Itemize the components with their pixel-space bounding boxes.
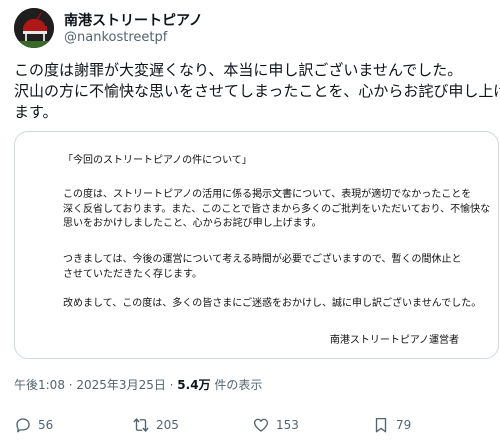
document-line: 深く反省しております。また、このことで皆さまから多くのご批判をいただいており、不… <box>63 203 491 215</box>
apology-document: 「今回のストリートピアノの件について」 この度は、ストリートピアノの活用に係る掲… <box>37 146 490 348</box>
tweet-text-line: 沢山の方に不愉快な思いをさせてしまったことを、心からお詫び申し上げ <box>14 82 500 100</box>
tweet-metadata: 午後1:08 · 2025年3月25日 · 5.4万 件の表示 <box>14 376 262 393</box>
attached-image[interactable]: 「今回のストリートピアノの件について」 この度は、ストリートピアノの活用に係る掲… <box>14 131 499 359</box>
document-paragraph: 改めまして、この度は、多くの皆さまにご迷惑をおかけし、誠に申し訳ございませんでし… <box>63 297 481 312</box>
tweet-text-line: この度は謝罪が大変遅くなり、本当に申し訳ございませんでした。 <box>14 61 463 79</box>
document-paragraph: この度は、ストリートピアノの活用に係る掲示文書について、表現が適切でなかったこと… <box>63 188 490 232</box>
display-name[interactable]: 南港ストリートピアノ <box>64 10 203 30</box>
retweet-arrows-icon <box>133 418 149 432</box>
heart-icon <box>253 418 269 432</box>
views-label: 件の表示 <box>210 378 263 392</box>
avatar[interactable] <box>14 8 54 48</box>
document-line: この度は、ストリートピアノの活用に係る掲示文書について、表現が適切でなかったこと… <box>63 189 472 200</box>
reply-button[interactable]: 56 <box>14 414 53 436</box>
document-line: つきましては、今後の運営について考える時間が必要でございますので、暫くの間休止と <box>63 254 462 265</box>
tweet-text-line: ます。 <box>14 103 58 121</box>
timestamp[interactable]: 午後1:08 · 2025年3月25日 · <box>14 378 177 392</box>
document-signature: 南港ストリートピアノ運営者 <box>329 335 459 346</box>
document-line: させていただきたく存じます。 <box>63 268 202 280</box>
document-line: 思いをおかけしましたこと、心からお詫び申し上げます。 <box>63 218 322 229</box>
action-bar: 56 205 153 79 <box>14 414 500 436</box>
retweet-button[interactable]: 205 <box>132 414 179 436</box>
bookmark-button[interactable]: 79 <box>372 414 411 436</box>
views-count: 5.4万 <box>177 378 211 392</box>
speech-bubble-icon <box>16 418 30 433</box>
tweet-header: 南港ストリートピアノ @nankostreetpf <box>14 8 494 50</box>
like-count: 153 <box>276 418 299 432</box>
like-button[interactable]: 153 <box>252 414 299 436</box>
user-handle[interactable]: @nankostreetpf <box>64 30 167 45</box>
document-title: 「今回のストリートピアノの件について」 <box>63 155 252 166</box>
bookmark-icon <box>375 417 387 433</box>
document-line: 改めまして、この度は、多くの皆さまにご迷惑をおかけし、誠に申し訳ございませんでし… <box>63 298 482 309</box>
tweet-text: この度は謝罪が大変遅くなり、本当に申し訳ございませんでした。 沢山の方に不愉快な… <box>14 60 500 123</box>
document-paragraph: つきましては、今後の運営について考える時間が必要でございますので、暫くの間休止と… <box>63 253 462 282</box>
reply-count: 56 <box>38 418 54 432</box>
piano-logo-icon <box>14 8 54 48</box>
bookmark-count: 79 <box>396 418 412 432</box>
retweet-count: 205 <box>156 418 179 432</box>
